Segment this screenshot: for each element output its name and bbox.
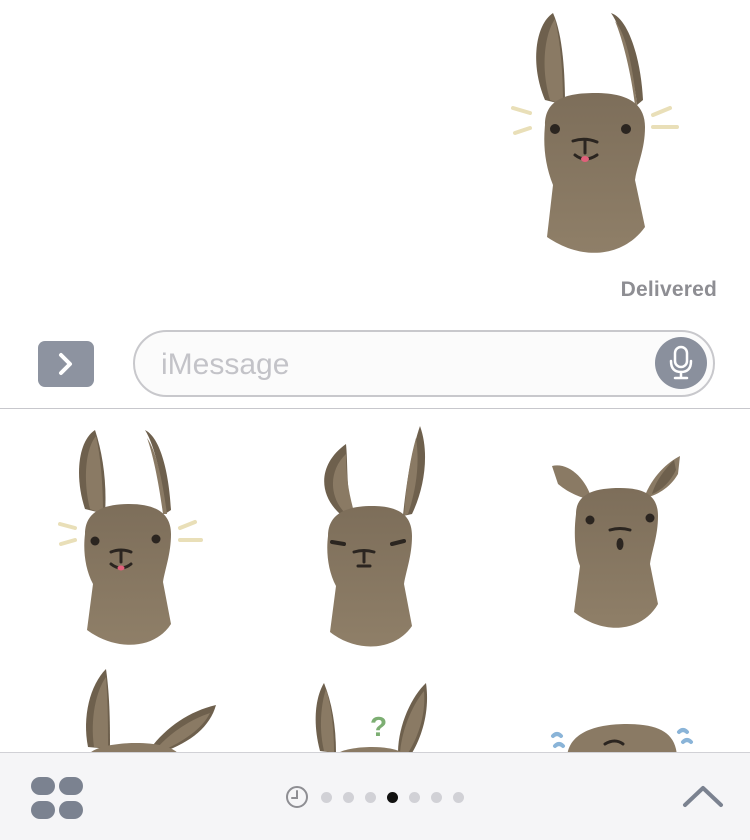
- page-dot[interactable]: [452, 791, 464, 803]
- sticker-llama-happy[interactable]: [55, 424, 205, 649]
- sticker-llama-ears-sideways[interactable]: [80, 667, 225, 752]
- page-dot[interactable]: [430, 791, 442, 803]
- svg-text:?: ?: [370, 711, 387, 742]
- page-dot[interactable]: [320, 791, 332, 803]
- chevron-up-icon[interactable]: [682, 783, 724, 809]
- dictation-button[interactable]: [655, 337, 707, 389]
- page-dot[interactable]: [364, 791, 376, 803]
- app-strip: [0, 752, 750, 840]
- page-dot[interactable]: [408, 791, 420, 803]
- sticker-drawer[interactable]: ?: [0, 409, 750, 752]
- sticker-llama-sweating[interactable]: [545, 714, 695, 752]
- sticker-llama-surprised[interactable]: [548, 454, 688, 639]
- message-input[interactable]: [159, 332, 633, 397]
- message-thread: Delivered: [0, 0, 750, 320]
- clock-icon[interactable]: [285, 785, 309, 809]
- microphone-icon: [669, 345, 693, 380]
- page-dot-active[interactable]: [386, 791, 398, 803]
- page-dot[interactable]: [342, 791, 354, 803]
- sent-llama-sticker[interactable]: [505, 5, 685, 265]
- app-grid-icon[interactable]: [31, 777, 83, 819]
- sticker-llama-confused[interactable]: ?: [310, 681, 435, 752]
- delivery-status: Delivered: [620, 278, 717, 301]
- apps-toggle-button[interactable]: [38, 341, 94, 387]
- chevron-right-icon: [59, 353, 72, 375]
- page-indicator[interactable]: [285, 785, 469, 809]
- message-input-container[interactable]: [133, 330, 715, 397]
- sticker-llama-unimpressed[interactable]: [308, 424, 438, 649]
